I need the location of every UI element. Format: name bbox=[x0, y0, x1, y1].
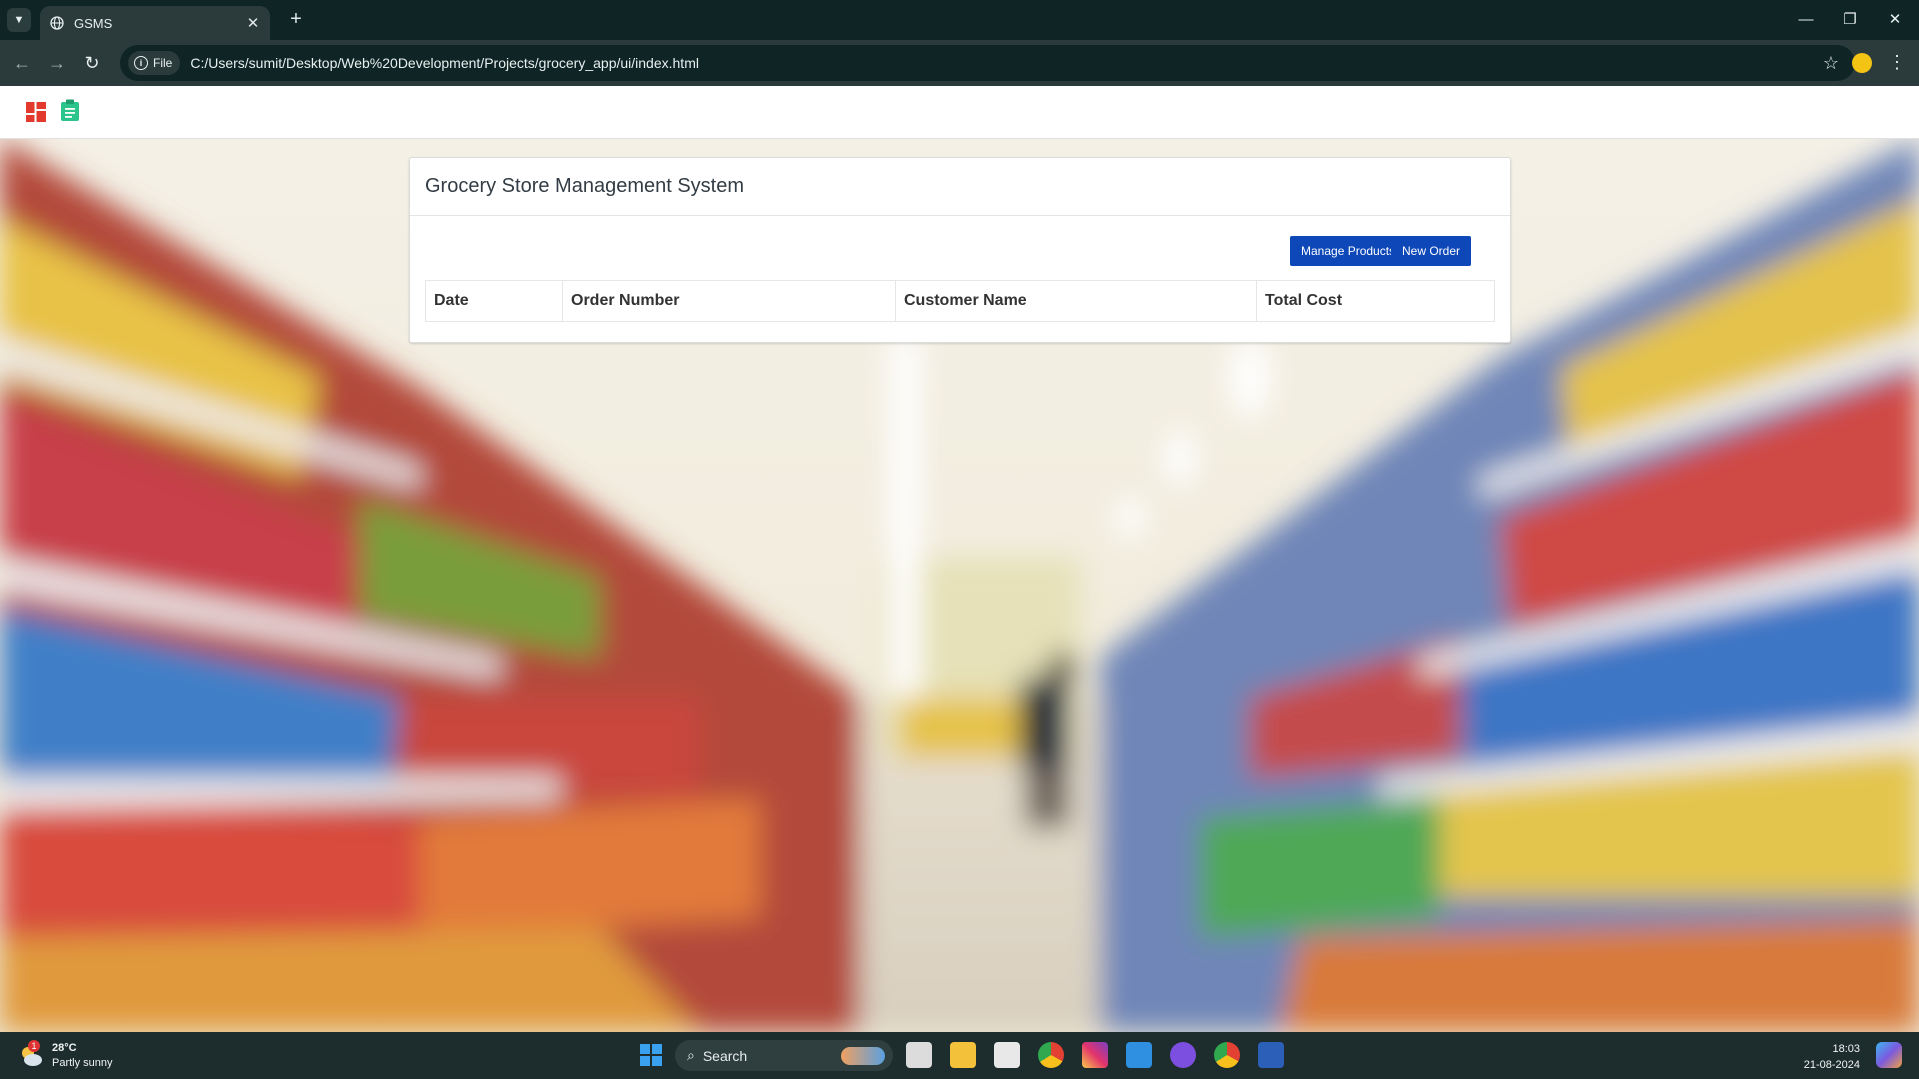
site-info-chip[interactable]: i File bbox=[128, 51, 181, 75]
start-icon[interactable] bbox=[638, 1042, 664, 1068]
back-icon[interactable]: ← bbox=[10, 51, 34, 75]
file-explorer-icon[interactable] bbox=[950, 1042, 976, 1068]
system-clock[interactable]: 18:03 21-08-2024 bbox=[1780, 1041, 1860, 1073]
tab-title: GSMS bbox=[74, 15, 113, 31]
orders-panel: Grocery Store Management System Manage P… bbox=[409, 157, 1511, 343]
weather-alert-badge: 1 bbox=[28, 1040, 40, 1052]
forward-icon[interactable]: → bbox=[45, 51, 69, 75]
task-view-icon[interactable] bbox=[906, 1042, 932, 1068]
new-order-button[interactable]: New Order bbox=[1391, 236, 1472, 266]
obsidian-icon[interactable] bbox=[1170, 1042, 1196, 1068]
close-tab-icon[interactable]: ✕ bbox=[242, 14, 264, 32]
copilot-icon[interactable] bbox=[1876, 1042, 1902, 1068]
info-icon: i bbox=[134, 56, 148, 70]
weather-temperature: 28°C bbox=[52, 1042, 77, 1054]
address-bar[interactable]: i File C:/Users/sumit/Desktop/Web%20Deve… bbox=[120, 45, 1855, 81]
manage-products-button[interactable]: Manage Products bbox=[1290, 236, 1407, 266]
tab-list-icon[interactable]: ▼ bbox=[7, 8, 31, 32]
instagram-icon[interactable] bbox=[1082, 1042, 1108, 1068]
dashboard-icon[interactable] bbox=[26, 101, 46, 123]
microsoft-store-icon[interactable] bbox=[994, 1042, 1020, 1068]
taskbar-search-box[interactable]: ⌕ Search bbox=[675, 1040, 893, 1071]
vscode-icon[interactable] bbox=[1126, 1042, 1152, 1068]
app-navbar bbox=[0, 86, 1919, 139]
orders-clipboard-icon[interactable] bbox=[60, 99, 80, 121]
url-text[interactable]: C:/Users/sumit/Desktop/Web%20Development… bbox=[190, 55, 1817, 71]
new-tab-button[interactable]: + bbox=[284, 8, 308, 32]
browser-toolbar: ← → ↻ i File C:/Users/sumit/Desktop/Web%… bbox=[0, 40, 1919, 86]
browser-tab[interactable]: GSMS ✕ bbox=[40, 6, 270, 40]
page-viewport: Grocery Store Management System Manage P… bbox=[0, 86, 1919, 1032]
chrome-icon[interactable] bbox=[1038, 1042, 1064, 1068]
minimize-icon[interactable]: — bbox=[1786, 8, 1826, 32]
chrome-active-icon[interactable] bbox=[1214, 1042, 1240, 1068]
profile-icon[interactable] bbox=[1852, 53, 1872, 73]
weather-condition: Partly sunny bbox=[52, 1057, 113, 1069]
column-header-order-number[interactable]: Order Number bbox=[562, 280, 896, 322]
column-header-customer-name[interactable]: Customer Name bbox=[895, 280, 1257, 322]
clock-time: 18:03 bbox=[1832, 1043, 1860, 1055]
browser-tab-strip: ▼ GSMS ✕ + — ❐ ✕ bbox=[0, 0, 1919, 40]
page-title: Grocery Store Management System bbox=[410, 158, 1510, 216]
column-header-total-cost[interactable]: Total Cost bbox=[1256, 280, 1495, 322]
restore-icon[interactable]: ❐ bbox=[1830, 8, 1870, 32]
table-header-row: Date Order Number Customer Name Total Co… bbox=[425, 280, 1495, 322]
search-placeholder: Search bbox=[702, 1047, 748, 1064]
globe-icon bbox=[50, 16, 64, 30]
bookmark-star-icon[interactable]: ☆ bbox=[1817, 53, 1845, 74]
search-icon: ⌕ bbox=[687, 1047, 695, 1063]
column-header-date[interactable]: Date bbox=[425, 280, 563, 322]
close-window-icon[interactable]: ✕ bbox=[1875, 8, 1915, 32]
clock-date: 21-08-2024 bbox=[1803, 1059, 1860, 1071]
partly-sunny-icon: 1 bbox=[18, 1040, 44, 1069]
site-info-label: File bbox=[153, 56, 173, 70]
word-icon[interactable] bbox=[1258, 1042, 1284, 1068]
orders-table: Date Order Number Customer Name Total Co… bbox=[425, 280, 1495, 322]
search-highlight-icon bbox=[841, 1046, 885, 1065]
weather-widget[interactable]: 1 28°C Partly sunny bbox=[18, 1040, 113, 1071]
menu-icon[interactable]: ⋮ bbox=[1888, 50, 1906, 74]
reload-icon[interactable]: ↻ bbox=[80, 51, 104, 75]
windows-taskbar: 1 28°C Partly sunny ⌕ Search 18:03 21-08… bbox=[0, 1032, 1919, 1079]
